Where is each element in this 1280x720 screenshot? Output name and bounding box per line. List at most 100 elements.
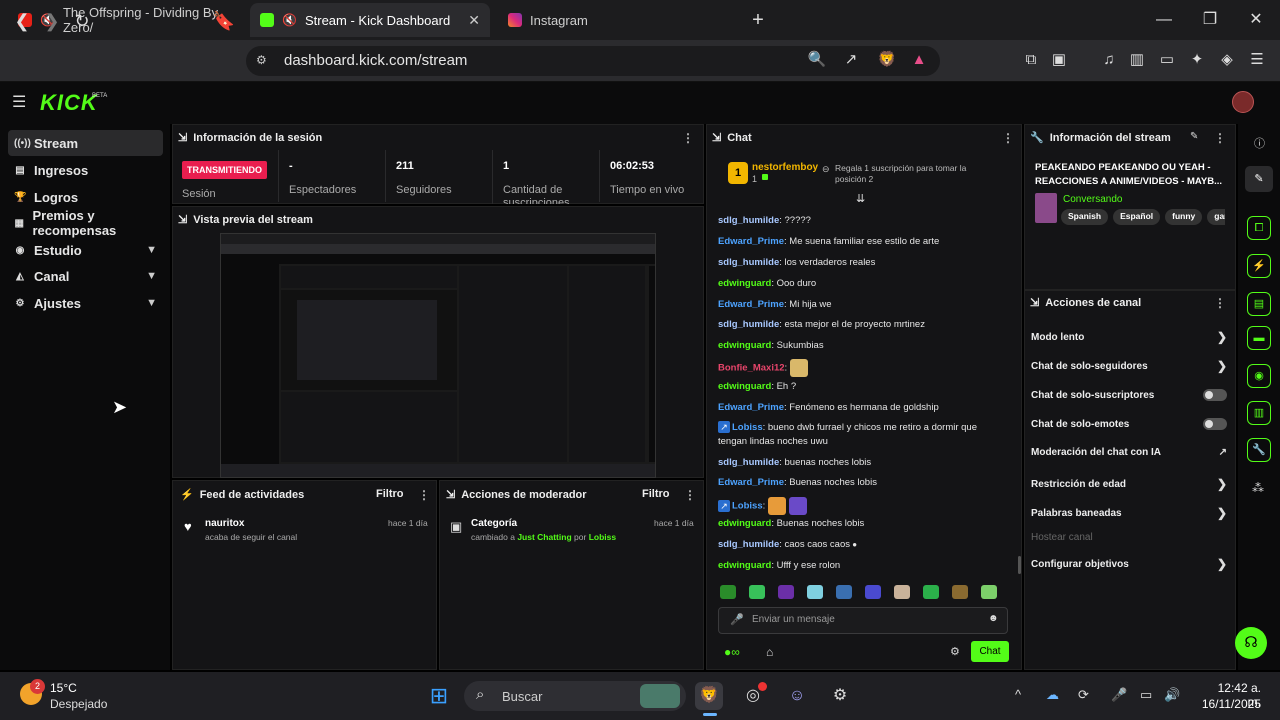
- emote-icon[interactable]: [894, 585, 910, 599]
- sidebar-item-ajustes[interactable]: ⚙ Ajustes ▼: [8, 290, 163, 316]
- session-menu-icon[interactable]: ⋮: [682, 131, 694, 145]
- microphone-tray-icon[interactable]: 🎤: [1111, 687, 1127, 703]
- chat-username[interactable]: edwinguard: [718, 340, 771, 351]
- onedrive-icon[interactable]: ☁: [1046, 687, 1059, 703]
- forward-icon[interactable]: ❯: [40, 9, 64, 33]
- network-icon[interactable]: ▭: [1140, 687, 1152, 703]
- menu-icon[interactable]: ☰: [1246, 49, 1268, 71]
- channel-action-item[interactable]: Restricción de edad ❯: [1031, 477, 1227, 491]
- notes-icon[interactable]: ▤: [1247, 292, 1271, 316]
- microphone-icon[interactable]: 🎤: [730, 613, 744, 626]
- wallet-icon[interactable]: ▭: [1156, 49, 1178, 71]
- mute-icon[interactable]: 🔇: [282, 13, 297, 27]
- steam-taskbar-icon[interactable]: ⚙: [826, 682, 854, 710]
- emote-icon[interactable]: [981, 585, 997, 599]
- chat-username[interactable]: edwinguard: [718, 278, 771, 289]
- sidebar-item-ingresos[interactable]: ▤ Ingresos: [8, 157, 163, 183]
- chat-username[interactable]: Lobiss: [732, 501, 763, 512]
- stream-preview-video[interactable]: [220, 233, 656, 478]
- emote-icon[interactable]: [807, 585, 823, 599]
- chat-emote-icon[interactable]: [790, 359, 809, 377]
- chat-menu-icon[interactable]: ⋮: [1002, 131, 1014, 145]
- close-tab-icon[interactable]: ✕: [468, 12, 480, 29]
- emote-icon[interactable]: [720, 585, 736, 599]
- chat-username[interactable]: edwinguard: [718, 381, 771, 392]
- mod-user-link[interactable]: Lobiss: [589, 532, 616, 542]
- tag[interactable]: gamin: [1207, 209, 1225, 225]
- channel-actions-menu-icon[interactable]: ⋮: [1214, 296, 1226, 310]
- channel-action-item[interactable]: Palabras baneadas ❯: [1031, 506, 1227, 520]
- clip-icon[interactable]: ⧠: [1247, 216, 1271, 240]
- tag[interactable]: funny: [1165, 209, 1203, 225]
- restore-button[interactable]: ❐: [1198, 8, 1222, 32]
- emote-icon[interactable]: [749, 585, 765, 599]
- store-icon[interactable]: ⌂: [766, 645, 773, 659]
- sync-icon[interactable]: ⟳: [1078, 687, 1089, 703]
- chat-username[interactable]: Edward_Prime: [718, 236, 784, 247]
- tag[interactable]: Spanish: [1061, 209, 1109, 225]
- mod-category-link[interactable]: Just Chatting: [517, 532, 571, 542]
- mod-menu-icon[interactable]: ⋮: [684, 488, 696, 502]
- chat-username[interactable]: Bonfie_Maxi12: [718, 363, 785, 374]
- avatar[interactable]: [1232, 91, 1254, 113]
- close-window-button[interactable]: ✕: [1244, 8, 1268, 32]
- weather-desc[interactable]: Despejado: [50, 697, 107, 711]
- chat-username[interactable]: sdlg_humilde: [718, 539, 779, 550]
- volume-icon[interactable]: 🔊: [1164, 687, 1180, 703]
- feed-filter-button[interactable]: Filtro: [376, 488, 404, 500]
- discord-taskbar-icon[interactable]: ☺: [783, 682, 811, 710]
- chat-input-placeholder[interactable]: Enviar un mensaje: [752, 614, 835, 625]
- toggle-switch[interactable]: [1203, 389, 1227, 401]
- sidebar-item-premios[interactable]: ▦ Premios y recompensas: [8, 208, 163, 238]
- send-chat-button[interactable]: Chat: [971, 641, 1009, 662]
- chat-username[interactable]: edwinguard: [718, 518, 771, 529]
- stream-category[interactable]: Conversando: [1063, 194, 1122, 205]
- edit-layout-icon[interactable]: ✎: [1245, 166, 1273, 192]
- chat-username[interactable]: sdlg_humilde: [718, 319, 779, 330]
- chat-username[interactable]: Edward_Prime: [718, 299, 784, 310]
- chat-bubble-icon[interactable]: ▬: [1247, 326, 1271, 350]
- kick-logo[interactable]: KICK: [40, 90, 98, 116]
- back-icon[interactable]: ❮: [10, 9, 34, 33]
- chat-username[interactable]: sdlg_humilde: [718, 457, 779, 468]
- channel-action-item[interactable]: Moderación del chat con IA ↗: [1031, 447, 1227, 458]
- drag-handle-icon[interactable]: ⇲: [446, 488, 455, 501]
- hamburger-icon[interactable]: ☰: [12, 92, 26, 112]
- feed-user[interactable]: nauritox: [205, 518, 244, 529]
- chat-username[interactable]: Edward_Prime: [718, 402, 784, 413]
- chat-emote-icon[interactable]: [789, 497, 808, 515]
- edit-pencil-icon[interactable]: ✎: [1190, 131, 1198, 142]
- wrench-icon[interactable]: 🔧: [1247, 438, 1271, 462]
- drag-handle-icon[interactable]: ⇲: [712, 131, 721, 144]
- clock-date[interactable]: 16/11/2025: [1196, 697, 1261, 711]
- chat-username[interactable]: Lobiss: [732, 422, 763, 433]
- stream-info-menu-icon[interactable]: ⋮: [1214, 131, 1226, 145]
- chat-username[interactable]: edwinguard: [718, 560, 771, 571]
- search-label[interactable]: Buscar: [502, 689, 542, 704]
- sidebar-item-logros[interactable]: 🏆 Logros: [8, 184, 163, 210]
- channel-action-item[interactable]: Configurar objetivos ❯: [1031, 557, 1227, 571]
- drag-handle-icon[interactable]: ⇲: [178, 213, 187, 226]
- sidebar-item-stream[interactable]: ((•)) Stream: [8, 130, 163, 156]
- layers-icon[interactable]: ▥: [1247, 401, 1271, 425]
- chat-username[interactable]: sdlg_humilde: [718, 257, 779, 268]
- toggle-switch[interactable]: [1203, 418, 1227, 430]
- info-icon[interactable]: ⓘ: [1254, 135, 1265, 151]
- reader-icon[interactable]: ▣: [1048, 49, 1070, 71]
- site-info-icon[interactable]: ⚙: [256, 53, 267, 67]
- category-thumbnail[interactable]: [1035, 193, 1057, 223]
- leo-ai-icon[interactable]: ✦: [1186, 49, 1208, 71]
- chat-scrollbar[interactable]: [1018, 556, 1021, 574]
- share-nodes-icon[interactable]: ⁂: [1252, 481, 1264, 495]
- channel-action-item[interactable]: Chat de solo-seguidores ❯: [1031, 359, 1227, 373]
- new-tab-button[interactable]: +: [746, 8, 770, 32]
- brave-taskbar-icon[interactable]: 🦁: [695, 682, 723, 710]
- zoom-icon[interactable]: 🔍: [806, 49, 828, 71]
- emoji-picker-icon[interactable]: ☻: [988, 613, 999, 624]
- tag[interactable]: Español: [1113, 209, 1161, 225]
- tab-instagram[interactable]: Instagram: [498, 6, 738, 34]
- emote-icon[interactable]: [836, 585, 852, 599]
- url-text[interactable]: dashboard.kick.com/stream: [284, 52, 467, 69]
- mod-filter-button[interactable]: Filtro: [642, 488, 670, 500]
- chat-settings-icon[interactable]: ⚙: [950, 645, 960, 658]
